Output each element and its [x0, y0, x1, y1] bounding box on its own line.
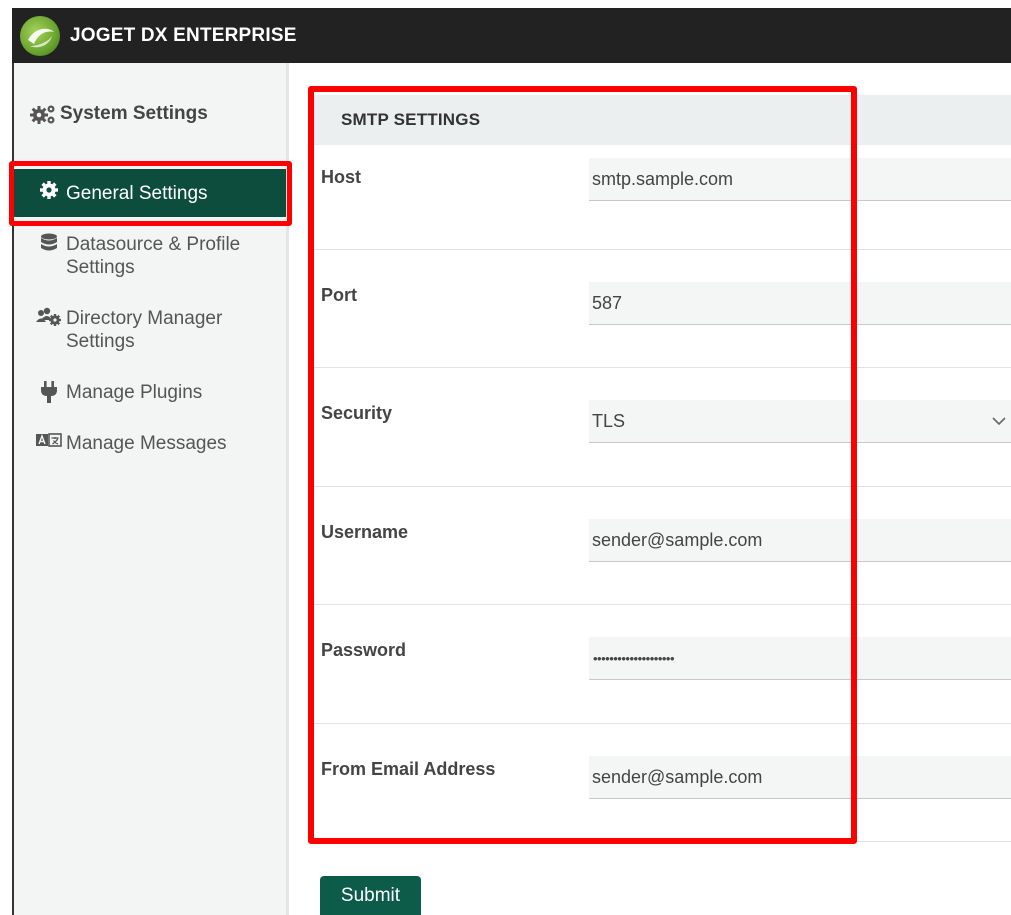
- app-title[interactable]: JOGET DX ENTERPRISE: [70, 25, 297, 47]
- sidebar-heading: System Settings: [30, 103, 208, 125]
- cogs-icon: [30, 103, 58, 125]
- sidebar-item-datasource-profile[interactable]: Datasource & Profile Settings: [14, 233, 286, 279]
- sidebar-item-manage-messages[interactable]: Manage Messages: [14, 432, 286, 455]
- joget-logo[interactable]: [20, 15, 60, 56]
- top-bar: JOGET DX ENTERPRISE: [12, 8, 1011, 63]
- sidebar-item-label: Manage Plugins: [66, 382, 203, 403]
- sidebar-item-manage-plugins[interactable]: Manage Plugins: [14, 381, 286, 409]
- sidebar-item-label-line2: Settings: [66, 257, 135, 278]
- submit-button[interactable]: Submit: [320, 876, 421, 915]
- language-icon: [34, 432, 64, 454]
- sidebar-item-directory-manager[interactable]: Directory Manager Settings: [14, 307, 286, 353]
- plug-icon: [34, 381, 64, 409]
- sidebar-item-label: Directory Manager: [66, 308, 223, 329]
- highlight-box-general-settings: [9, 161, 292, 226]
- highlight-box-smtp-form: [308, 86, 857, 844]
- sidebar-item-label: Manage Messages: [66, 433, 227, 454]
- logo-swoosh-icon: [28, 28, 54, 47]
- system-settings-label: System Settings: [60, 103, 208, 124]
- database-icon: [34, 233, 64, 259]
- users-gear-icon: [34, 307, 64, 333]
- sidebar-item-label: Datasource & Profile: [66, 234, 241, 255]
- sidebar-item-label-line2: Settings: [66, 331, 135, 352]
- chevron-down-icon: [992, 417, 1006, 426]
